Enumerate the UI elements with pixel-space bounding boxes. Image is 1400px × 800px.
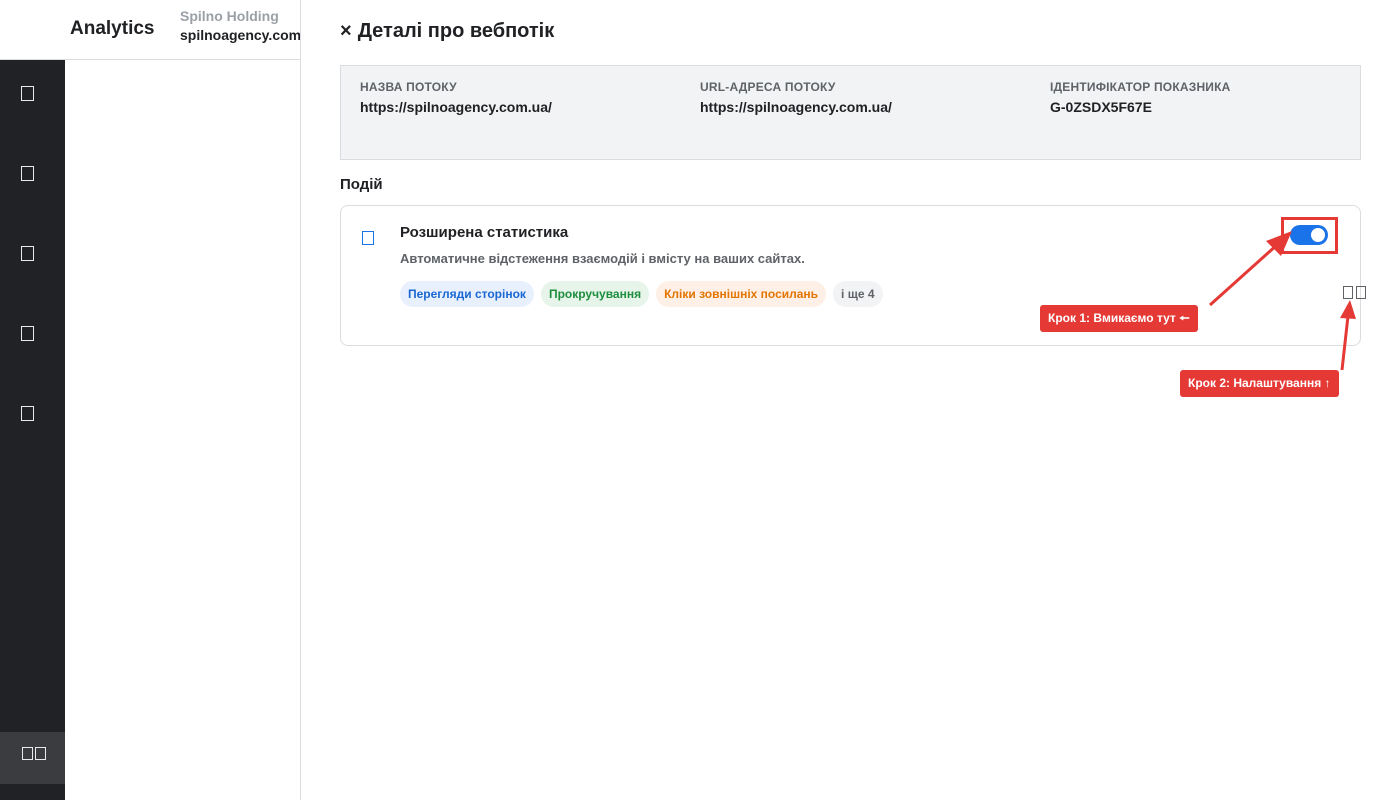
measurement-id-value[interactable]: G-0ZSDX5F67E <box>1050 99 1231 115</box>
dialog-header: × Деталі про вебпотік <box>340 20 554 43</box>
measurement-id-field: ІДЕНТИФІКАТОР ПОКАЗНИКА G-0ZSDX5F67E <box>1050 80 1231 115</box>
close-icon[interactable]: × <box>340 20 352 42</box>
stream-name-field: НАЗВА ПОТОКУ https://spilnoagency.com.ua… <box>360 80 552 115</box>
gear-icon-part <box>1343 286 1353 299</box>
gear-icon-part <box>1356 286 1366 299</box>
stream-details-panel: × Деталі про вебпотік НАЗВА ПОТОКУ https:… <box>301 0 1400 800</box>
account-property: spilnoagency.com <box>180 27 300 43</box>
rail-admin-icon-part <box>35 747 46 760</box>
stream-info-box: НАЗВА ПОТОКУ https://spilnoagency.com.ua… <box>340 65 1361 160</box>
account-selector[interactable]: Spilno Holding spilnoagency.com <box>180 8 300 43</box>
app-title: Analytics <box>70 18 155 39</box>
enhanced-measurement-card: Розширена статистика Автоматичне відстеж… <box>340 205 1366 346</box>
rail-admin-button[interactable] <box>0 732 65 784</box>
chip-more: і ще 4 <box>833 281 883 307</box>
enhanced-measurement-icon <box>362 231 374 245</box>
gear-icon[interactable] <box>1343 286 1367 300</box>
chip-page-views: Перегляди сторінок <box>400 281 534 307</box>
nav-rail <box>0 60 65 800</box>
event-chips: Перегляди сторінок Прокручування Кліки з… <box>400 281 883 307</box>
chip-scrolls: Прокручування <box>540 281 650 307</box>
callout-step-1: Крок 1: Вмикаємо тут 🠔 <box>1040 305 1198 332</box>
callout-step-2: Крок 2: Налаштування ↑ <box>1180 370 1339 397</box>
toggle-knob <box>1311 228 1325 242</box>
stream-name-value: https://spilnoagency.com.ua/ <box>360 99 552 115</box>
toggle-highlight <box>1281 217 1338 254</box>
stream-url-label: URL-АДРЕСА ПОТОКУ <box>700 80 836 94</box>
events-heading: Подій <box>340 176 383 193</box>
rail-home-icon[interactable] <box>21 86 34 101</box>
enhanced-measurement-title: Розширена статистика <box>400 224 569 241</box>
rail-admin-icon <box>22 747 33 760</box>
rail-explore-icon[interactable] <box>21 246 34 261</box>
enhanced-measurement-toggle[interactable] <box>1290 225 1328 245</box>
stream-name-label: НАЗВА ПОТОКУ <box>360 80 457 94</box>
rail-reports-icon[interactable] <box>21 166 34 181</box>
top-bar: Analytics Spilno Holding spilnoagency.co… <box>0 0 300 60</box>
rail-configure-icon[interactable] <box>21 406 34 421</box>
account-org: Spilno Holding <box>180 8 279 24</box>
rail-advertising-icon[interactable] <box>21 326 34 341</box>
measurement-id-label: ІДЕНТИФІКАТОР ПОКАЗНИКА <box>1050 80 1231 94</box>
stream-url-value: https://spilnoagency.com.ua/ <box>700 99 892 115</box>
left-panel <box>65 60 301 800</box>
enhanced-measurement-description: Автоматичне відстеження взаємодій і вміс… <box>400 251 805 266</box>
dialog-title: Деталі про вебпотік <box>357 20 555 42</box>
chip-outbound-clicks: Кліки зовнішніх посилань <box>656 281 827 307</box>
stream-url-field: URL-АДРЕСА ПОТОКУ https://spilnoagency.c… <box>700 80 892 115</box>
